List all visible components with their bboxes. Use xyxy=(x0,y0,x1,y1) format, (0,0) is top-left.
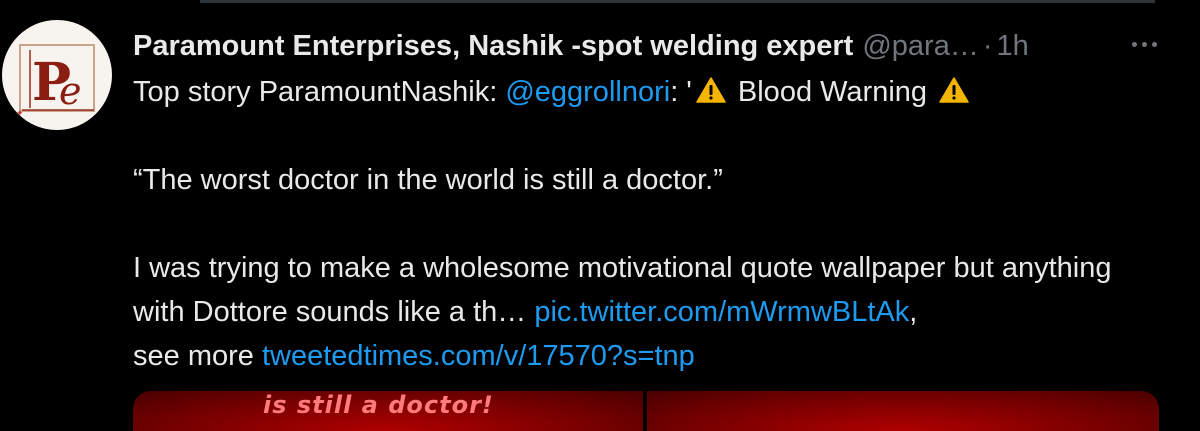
pic-link[interactable]: pic.twitter.com/mWrmwBLtAk xyxy=(534,296,909,328)
see-more-text: see more xyxy=(133,340,262,372)
tweet-text: Top story ParamountNashik: @eggrollnori:… xyxy=(133,70,1163,378)
separator-dot: · xyxy=(982,29,993,62)
top-divider xyxy=(0,0,1200,3)
warning-sign-icon xyxy=(939,77,969,103)
tweet-header: Paramount Enterprises, Nashik -spot weld… xyxy=(133,26,1029,66)
blood-warning-text: Blood Warning xyxy=(729,76,936,108)
dot-2 xyxy=(1141,41,1147,47)
dot-3 xyxy=(1151,41,1157,47)
media-image-2[interactable] xyxy=(647,391,1159,431)
mention-link[interactable]: @eggrollnori xyxy=(505,76,670,108)
tweet-line-1: Top story ParamountNashik: @eggrollnori:… xyxy=(133,70,1163,114)
timestamp[interactable]: 1h xyxy=(997,30,1029,63)
author-name[interactable]: Paramount Enterprises, Nashik -spot weld… xyxy=(133,30,853,63)
tweet-punct: : ' xyxy=(670,76,692,108)
tweetedtimes-link[interactable]: tweetedtimes.com/v/17570?s=tnp xyxy=(262,340,695,372)
media-image-1[interactable]: is still a doctor! xyxy=(133,391,643,431)
comma: , xyxy=(909,296,918,328)
avatar[interactable]: P e ✦ xyxy=(2,20,112,130)
author-handle[interactable]: @para… xyxy=(862,30,978,63)
tweet-prefix: Top story ParamountNashik: xyxy=(133,76,506,108)
media-grid[interactable]: is still a doctor! xyxy=(133,391,1159,431)
pe-logo: P e ✦ xyxy=(16,44,95,119)
svg-text:e: e xyxy=(59,69,82,113)
tweet-body-paragraph: I was trying to make a wholesome motivat… xyxy=(133,246,1163,378)
svg-text:✦: ✦ xyxy=(16,109,24,119)
quote-text: “The worst doctor in the world is still … xyxy=(133,164,723,196)
dot-1 xyxy=(1131,41,1137,47)
warning-sign-icon xyxy=(696,77,726,103)
media-caption: is still a doctor! xyxy=(263,391,494,419)
more-dots-icon[interactable] xyxy=(1124,32,1164,56)
